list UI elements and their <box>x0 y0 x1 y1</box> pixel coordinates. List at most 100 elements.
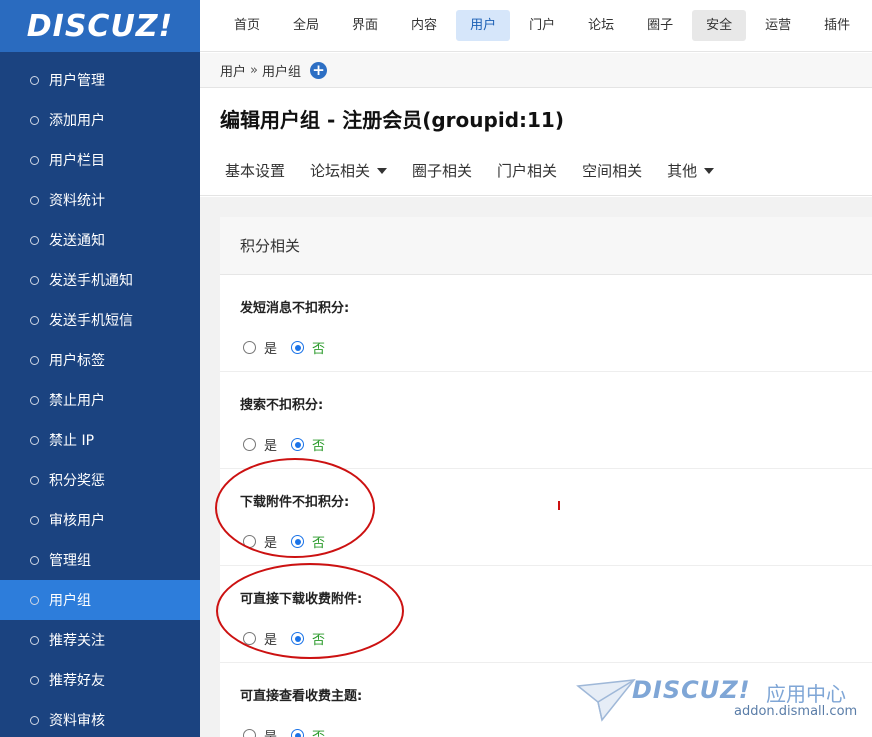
subtab-group[interactable]: 圈子相关 <box>412 160 472 181</box>
sidebar-item-label: 推荐关注 <box>49 633 105 649</box>
tab-home[interactable]: 首页 <box>220 10 274 41</box>
tab-global[interactable]: 全局 <box>279 10 333 41</box>
sidebar-item-label: 用户组 <box>49 593 91 609</box>
sidebar-item-recommend-follow[interactable]: 推荐关注 <box>0 620 200 660</box>
circle-bullet-icon <box>30 155 39 165</box>
tab-content[interactable]: 内容 <box>397 10 451 41</box>
sidebar-item-user-fields[interactable]: 用户栏目 <box>0 140 200 180</box>
caret-down-icon <box>704 167 715 174</box>
sidebar-item-label: 用户管理 <box>49 73 105 89</box>
circle-bullet-icon <box>30 235 39 245</box>
radio-yes-label[interactable]: 是 <box>264 338 277 357</box>
sidebar-item-admin-groups[interactable]: 管理组 <box>0 540 200 580</box>
sidebar-item-label: 发送手机通知 <box>49 273 133 289</box>
subtab-other[interactable]: 其他 <box>667 160 715 181</box>
top-nav: 首页 全局 界面 内容 用户 门户 论坛 圈子 安全 运营 插件 <box>200 0 872 52</box>
radio-group: 是 否 <box>243 726 325 737</box>
sidebar-item-label: 审核用户 <box>49 513 105 529</box>
sidebar-nav: 用户管理 添加用户 用户栏目 资料统计 发送通知 发送手机通知 发送手机短信 用… <box>0 60 200 737</box>
sidebar-item-label: 添加用户 <box>49 113 105 129</box>
subtab-label: 基本设置 <box>225 162 286 180</box>
circle-bullet-icon <box>30 435 39 445</box>
radio-no[interactable] <box>291 438 305 451</box>
sidebar-item-credit-rewards[interactable]: 积分奖惩 <box>0 460 200 500</box>
radio-no-label[interactable]: 否 <box>312 338 325 357</box>
radio-yes[interactable] <box>243 729 256 737</box>
circle-bullet-icon <box>30 555 39 565</box>
sub-tabs: 基本设置 论坛相关 圈子相关 门户相关 空间相关 其他 <box>225 160 739 181</box>
circle-bullet-icon <box>30 635 39 645</box>
tab-groups[interactable]: 圈子 <box>633 10 687 41</box>
sidebar-item-send-notice[interactable]: 发送通知 <box>0 220 200 260</box>
radio-no-label[interactable]: 否 <box>312 435 325 454</box>
breadcrumb-parent[interactable]: 用户 <box>220 61 246 80</box>
sidebar-item-mobile-notice[interactable]: 发送手机通知 <box>0 260 200 300</box>
circle-bullet-icon <box>30 355 39 365</box>
subtab-forum[interactable]: 论坛相关 <box>310 160 388 181</box>
radio-yes-label[interactable]: 是 <box>264 435 277 454</box>
subtab-label: 门户相关 <box>497 162 558 180</box>
setting-label: 发短消息不扣积分: <box>240 301 350 316</box>
sidebar-item-user-groups[interactable]: 用户组 <box>0 580 200 620</box>
brand-logo[interactable]: DISCUZ! <box>0 0 200 52</box>
sidebar-item-mobile-sms[interactable]: 发送手机短信 <box>0 300 200 340</box>
tab-operations[interactable]: 运营 <box>751 10 805 41</box>
sidebar-item-label: 发送通知 <box>49 233 105 249</box>
sidebar-item-ban-user[interactable]: 禁止用户 <box>0 380 200 420</box>
radio-group: 是 否 <box>243 338 325 357</box>
sidebar-item-label: 用户标签 <box>49 353 105 369</box>
plus-circle-icon[interactable]: + <box>310 61 327 79</box>
annotation-ellipse-download-attachment <box>215 458 375 558</box>
sidebar-item-add-user[interactable]: 添加用户 <box>0 100 200 140</box>
setting-row: 发短消息不扣积分: 是 否 <box>220 275 872 372</box>
radio-yes[interactable] <box>243 341 256 354</box>
radio-no-label[interactable]: 否 <box>312 726 325 737</box>
page-header: 编辑用户组 - 注册会员(groupid:11) 基本设置 论坛相关 圈子相关 … <box>200 88 872 196</box>
tab-plugins[interactable]: 插件 <box>810 10 864 41</box>
section-title: 积分相关 <box>220 217 872 275</box>
paper-plane-icon <box>576 679 636 722</box>
sidebar-item-label: 资料审核 <box>49 713 105 729</box>
setting-label: 可直接查看收费主题: <box>240 689 363 704</box>
radio-yes-label[interactable]: 是 <box>264 726 277 737</box>
caret-down-icon <box>377 167 388 174</box>
tab-security[interactable]: 安全 <box>692 10 747 41</box>
sidebar-item-label: 推荐好友 <box>49 673 105 689</box>
sidebar-item-moderate-users[interactable]: 审核用户 <box>0 500 200 540</box>
logo-text: DISCUZ! <box>26 8 174 44</box>
subtab-label: 圈子相关 <box>412 162 473 180</box>
breadcrumb-current: 用户组 <box>261 64 301 80</box>
sidebar-item-recommend-friends[interactable]: 推荐好友 <box>0 660 200 700</box>
tab-users[interactable]: 用户 <box>456 10 511 41</box>
annotation-ellipse-paid-attachment <box>216 563 404 659</box>
circle-bullet-icon <box>30 195 39 205</box>
sidebar-item-user-management[interactable]: 用户管理 <box>0 60 200 100</box>
tab-interface[interactable]: 界面 <box>338 10 392 41</box>
subtab-basic-settings[interactable]: 基本设置 <box>225 160 285 181</box>
subtab-label: 论坛相关 <box>310 162 371 180</box>
subtab-label: 其他 <box>667 162 698 180</box>
circle-bullet-icon <box>30 275 39 285</box>
circle-bullet-icon <box>30 475 39 485</box>
circle-bullet-icon <box>30 715 39 725</box>
setting-label: 搜索不扣积分: <box>240 398 324 413</box>
tab-forum[interactable]: 论坛 <box>574 10 628 41</box>
sidebar-item-label: 用户栏目 <box>49 153 105 169</box>
radio-no[interactable] <box>291 729 305 737</box>
radio-yes[interactable] <box>243 438 256 451</box>
subtab-portal[interactable]: 门户相关 <box>497 160 557 181</box>
sidebar-item-label: 管理组 <box>49 553 91 569</box>
watermark-url: addon.dismall.com <box>734 704 858 719</box>
watermark-logo: DISCUZ! <box>632 676 751 704</box>
sidebar-item-profile-stats[interactable]: 资料统计 <box>0 180 200 220</box>
watermark-title: 应用中心 <box>766 682 846 706</box>
circle-bullet-icon <box>30 595 39 605</box>
tab-portal[interactable]: 门户 <box>515 10 569 41</box>
radio-no[interactable] <box>291 341 305 354</box>
sidebar-item-ban-ip[interactable]: 禁止 IP <box>0 420 200 460</box>
subtab-space[interactable]: 空间相关 <box>582 160 642 181</box>
sidebar-item-profile-review[interactable]: 资料审核 <box>0 700 200 737</box>
breadcrumb-separator: » <box>250 62 258 78</box>
sidebar-item-user-tags[interactable]: 用户标签 <box>0 340 200 380</box>
sidebar: DISCUZ! 用户管理 添加用户 用户栏目 资料统计 发送通知 发送手机通知 … <box>0 0 200 737</box>
